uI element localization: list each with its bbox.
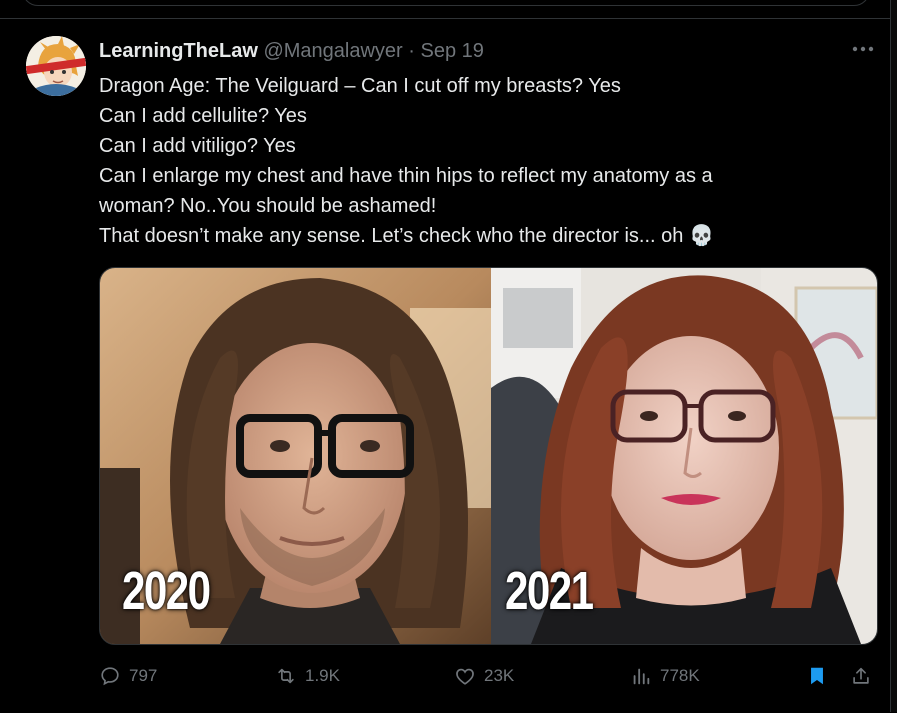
tweet-text: Dragon Age: The Veilguard – Can I cut of…: [99, 71, 859, 251]
tweet[interactable]: LearningTheLaw @Mangalawyer · Sep 19 Dra…: [0, 18, 890, 713]
tweet-text-line: Can I add cellulite? Yes: [99, 105, 307, 127]
display-name[interactable]: LearningTheLaw: [99, 40, 258, 62]
repost-icon: [278, 668, 294, 684]
tweet-text-line: Can I add vitiligo? Yes: [99, 135, 296, 157]
tweet-text-line: That doesn’t make any sense. Let’s check…: [99, 225, 714, 247]
repost-button[interactable]: 1.9K: [275, 665, 340, 687]
user-handle[interactable]: @Mangalawyer: [263, 40, 402, 62]
bookmark-button[interactable]: [806, 665, 828, 687]
photo-2021[interactable]: 2021: [491, 268, 877, 644]
tweet-text-line: Dragon Age: The Veilguard – Can I cut of…: [99, 75, 621, 97]
avatar-illustration: [26, 36, 86, 96]
previous-tweet-card: [22, 0, 870, 6]
year-label-2021: 2021: [505, 561, 594, 621]
more-options-button[interactable]: [850, 39, 876, 59]
timeline-right-border: [890, 0, 897, 712]
tweet-actions: 797 1.9K 23K 778K: [99, 665, 884, 691]
more-horizontal-icon: [852, 46, 874, 52]
tweet-text-line: Can I enlarge my chest and have thin hip…: [99, 165, 713, 187]
like-count: 23K: [484, 666, 515, 685]
heart-icon: [456, 668, 474, 685]
avatar[interactable]: [26, 36, 86, 96]
share-icon: [853, 667, 869, 684]
view-count: 778K: [660, 666, 700, 685]
analytics-icon: [633, 668, 650, 685]
year-label-2020: 2020: [122, 561, 211, 621]
separator-dot: ·: [408, 40, 415, 62]
share-button[interactable]: [850, 665, 872, 687]
tweet-media[interactable]: 2020 2021: [99, 267, 878, 645]
tweet-header: LearningTheLaw @Mangalawyer · Sep 19: [99, 39, 484, 63]
repost-count: 1.9K: [305, 666, 340, 685]
reply-button[interactable]: 797: [99, 665, 157, 687]
like-button[interactable]: 23K: [454, 665, 514, 687]
timestamp[interactable]: Sep 19: [421, 40, 484, 62]
photo-2020[interactable]: 2020: [100, 268, 491, 644]
reply-icon: [101, 667, 119, 686]
views-button[interactable]: 778K: [630, 665, 700, 687]
reply-count: 797: [129, 666, 158, 685]
bookmark-icon: [811, 667, 823, 685]
tweet-text-line: woman? No..You should be ashamed!: [99, 195, 437, 217]
previous-tweet-edge: [0, 0, 897, 14]
